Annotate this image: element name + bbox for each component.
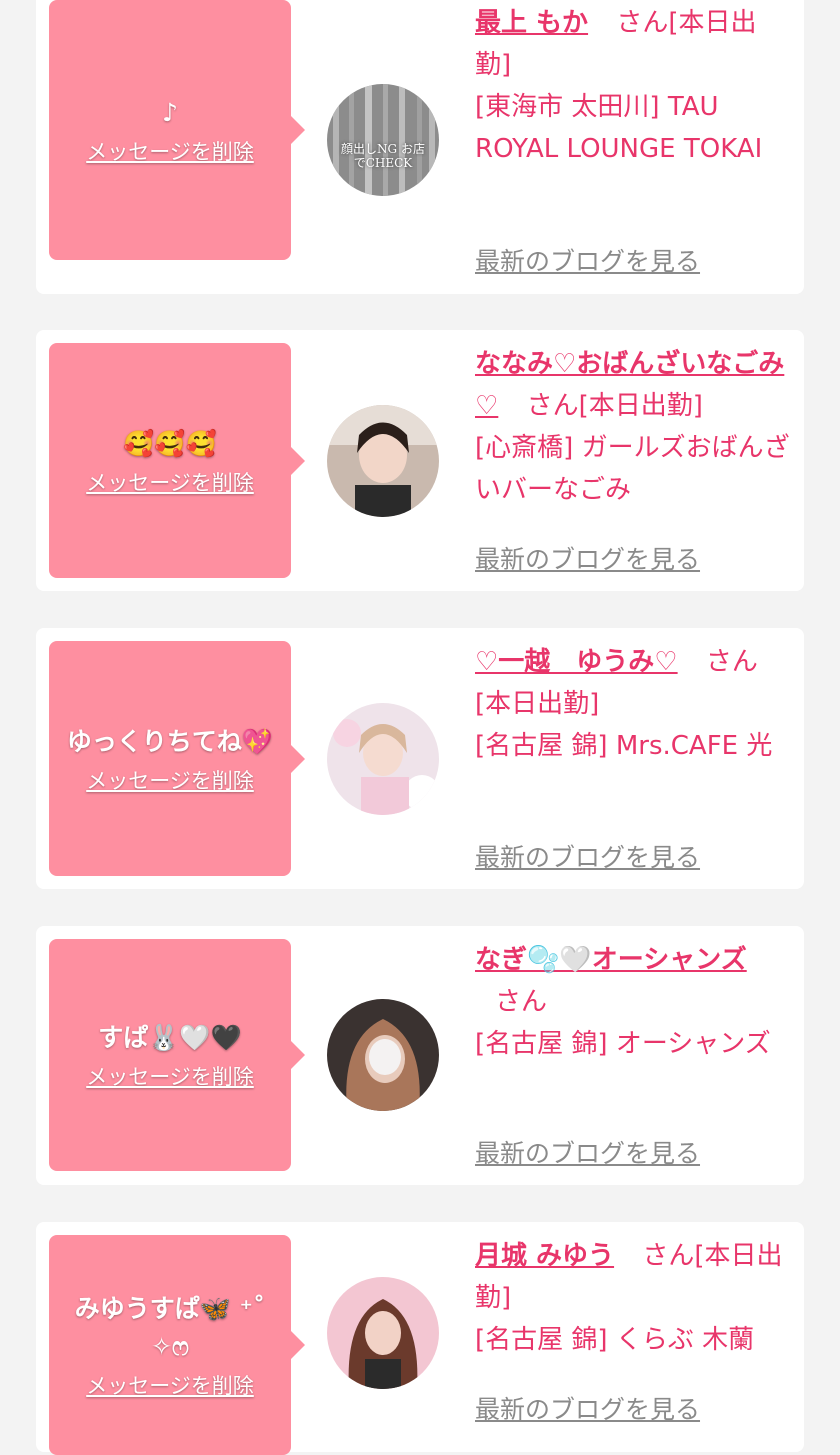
profile-info: 月城 みゆう さん[本日出勤] [名古屋 錦] くらぶ 木蘭 bbox=[475, 1235, 791, 1361]
honorific: さん bbox=[526, 391, 579, 421]
location-label: [東海市 太田川] bbox=[475, 92, 660, 122]
profile-info: なぎ🫧🤍オーシャンズ さん [名古屋 錦] オーシャンズ bbox=[475, 939, 791, 1065]
message-text: ♪ bbox=[162, 98, 178, 127]
location-label: [名古屋 錦] bbox=[475, 1029, 608, 1059]
message-bubble: みゆうすぱ🦋 ⁺˚✧ෆ メッセージを削除 bbox=[49, 1235, 305, 1455]
delete-message-button[interactable]: メッセージを削除 bbox=[86, 1370, 254, 1400]
message-text: ゆっくりちてね💖 bbox=[66, 726, 274, 756]
latest-blog-link[interactable]: 最新のブログを見る bbox=[475, 540, 700, 576]
latest-blog-link[interactable]: 最新のブログを見る bbox=[475, 1390, 700, 1426]
avatar-overlay-text: 顔出しNG お店でCHECK bbox=[341, 142, 425, 170]
latest-blog-link[interactable]: 最新のブログを見る bbox=[475, 838, 700, 874]
avatar[interactable] bbox=[327, 703, 439, 815]
avatar[interactable] bbox=[327, 999, 439, 1111]
message-bubble: すぱ🐰🤍🖤 メッセージを削除 bbox=[49, 939, 305, 1171]
profile-info: 最上 もか さん[本日出勤] [東海市 太田川] TAU ROYAL LOUNG… bbox=[475, 2, 791, 170]
avatar[interactable] bbox=[327, 405, 439, 517]
profile-info: ななみ♡おばんざいなごみ♡ さん[本日出勤] [心斎橋] ガールズおばんざいバー… bbox=[475, 343, 791, 511]
latest-blog-link[interactable]: 最新のブログを見る bbox=[475, 242, 700, 278]
delete-message-button[interactable]: メッセージを削除 bbox=[86, 136, 254, 166]
location-label: [名古屋 錦] bbox=[475, 1325, 608, 1355]
message-text: すぱ🐰🤍🖤 bbox=[98, 1023, 242, 1052]
delete-message-button[interactable]: メッセージを削除 bbox=[86, 467, 254, 497]
avatar[interactable]: 顔出しNG お店でCHECK bbox=[327, 84, 439, 196]
avatar-image-placeholder bbox=[327, 1277, 439, 1389]
honorific: さん bbox=[616, 8, 669, 38]
message-card: 🥰🥰🥰 メッセージを削除 ななみ♡おばんざいなごみ♡ さん[本日出勤] [心斎橋… bbox=[36, 330, 804, 591]
profile-info: ♡一越 ゆうみ♡ さん [本日出勤] [名古屋 錦] Mrs.CAFE 光 bbox=[475, 641, 791, 767]
avatar-image-placeholder bbox=[327, 84, 439, 196]
avatar-image-placeholder bbox=[327, 703, 439, 815]
delete-message-button[interactable]: メッセージを削除 bbox=[86, 765, 254, 795]
cast-name-link[interactable]: ♡一越 ゆうみ♡ bbox=[475, 647, 678, 677]
message-text: みゆうすぱ🦋 ⁺˚✧ෆ bbox=[74, 1294, 266, 1361]
message-card: すぱ🐰🤍🖤 メッセージを削除 なぎ🫧🤍オーシャンズ さん [名古屋 錦] オーシ… bbox=[36, 926, 804, 1185]
location-label: [名古屋 錦] bbox=[475, 731, 608, 761]
shop-name: オーシャンズ bbox=[615, 1029, 771, 1059]
cast-name-link[interactable]: 最上 もか bbox=[475, 8, 588, 38]
message-card: みゆうすぱ🦋 ⁺˚✧ෆ メッセージを削除 月城 みゆう さん[本日出勤] [名古… bbox=[36, 1222, 804, 1455]
latest-blog-link[interactable]: 最新のブログを見る bbox=[475, 1134, 700, 1170]
honorific: さん bbox=[642, 1241, 695, 1271]
honorific: さん bbox=[705, 647, 758, 677]
delete-message-button[interactable]: メッセージを削除 bbox=[86, 1061, 254, 1091]
cast-name-link[interactable]: 月城 みゆう bbox=[475, 1241, 614, 1271]
avatar-image-placeholder bbox=[327, 999, 439, 1111]
message-text: 🥰🥰🥰 bbox=[123, 428, 217, 458]
status-label: [本日出勤] bbox=[475, 689, 600, 719]
location-label: [心斎橋] bbox=[475, 433, 574, 463]
shop-name: くらぶ 木蘭 bbox=[615, 1325, 755, 1355]
message-card: ♪ メッセージを削除 顔出しNG お店でCHECK 最上 もか さん[本日出勤]… bbox=[36, 0, 804, 294]
message-bubble: 🥰🥰🥰 メッセージを削除 bbox=[49, 343, 305, 578]
message-bubble: ♪ メッセージを削除 bbox=[49, 0, 305, 260]
status-label: [本日出勤] bbox=[578, 391, 703, 421]
cast-name-link[interactable]: なぎ🫧🤍オーシャンズ bbox=[475, 945, 747, 975]
avatar-image-placeholder bbox=[327, 405, 439, 517]
honorific: さん bbox=[495, 987, 548, 1017]
avatar[interactable] bbox=[327, 1277, 439, 1389]
message-bubble: ゆっくりちてね💖 メッセージを削除 bbox=[49, 641, 305, 876]
message-card: ゆっくりちてね💖 メッセージを削除 ♡一越 ゆうみ♡ さん [本日出勤] [名古… bbox=[36, 628, 804, 889]
shop-name: Mrs.CAFE 光 bbox=[615, 731, 773, 761]
